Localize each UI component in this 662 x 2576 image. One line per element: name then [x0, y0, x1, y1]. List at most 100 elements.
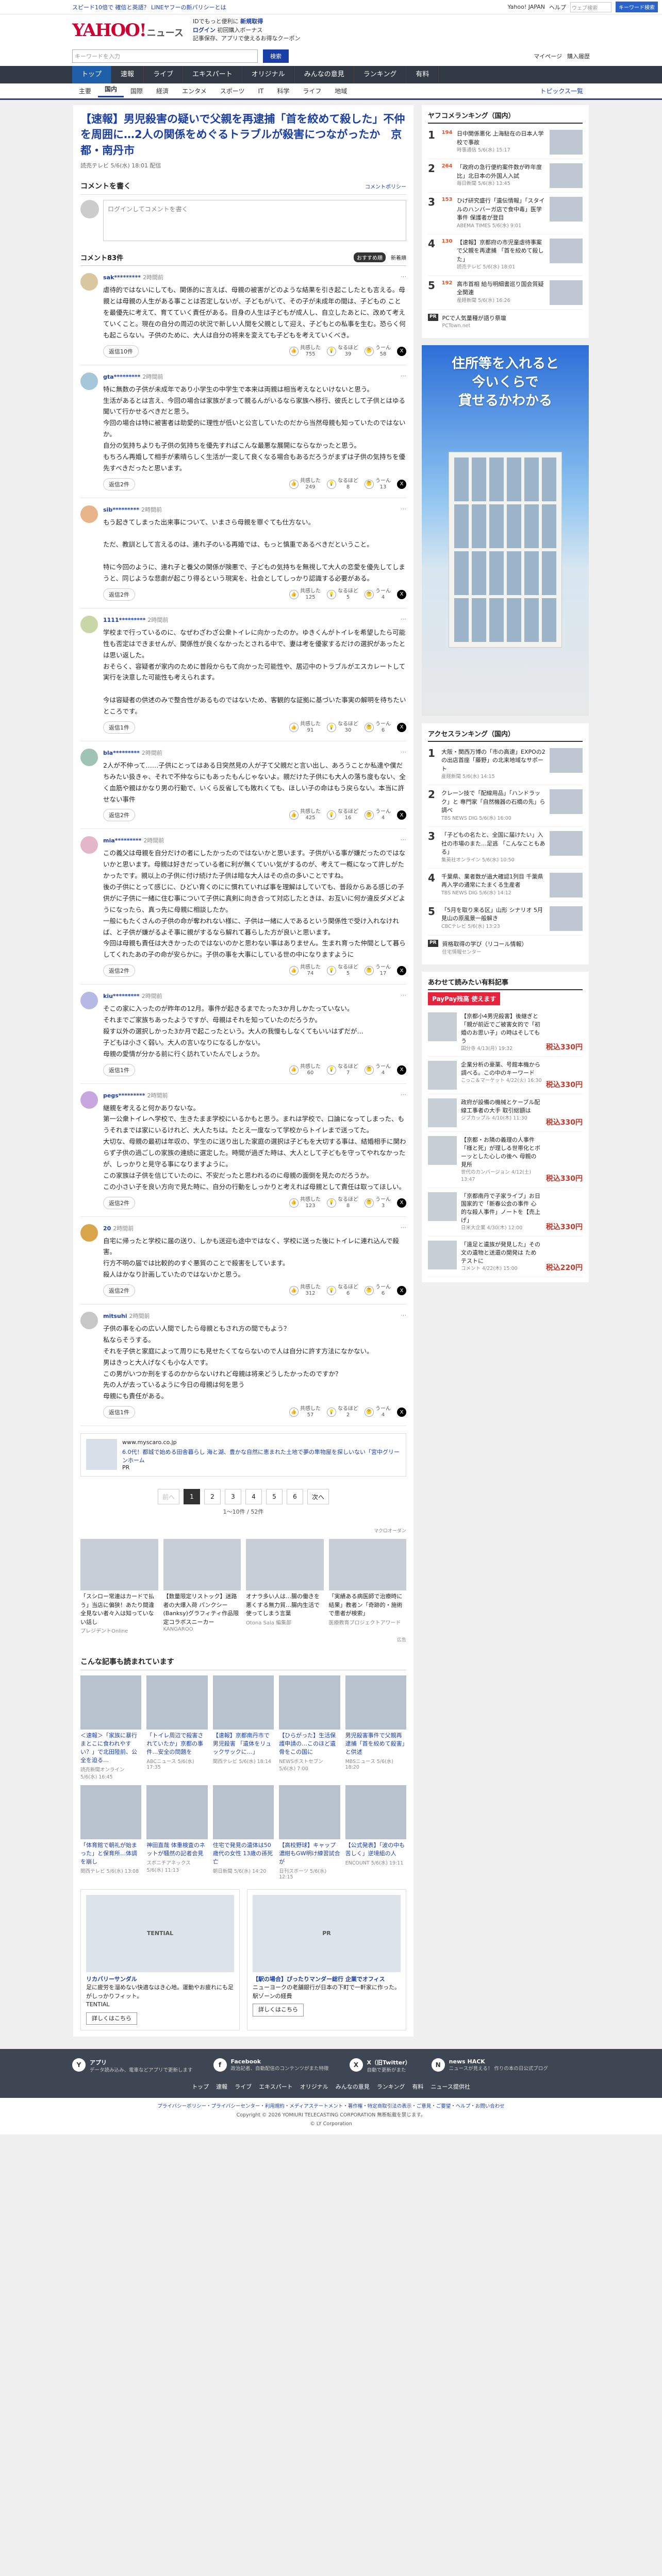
comment-author[interactable]: sib********* — [103, 506, 139, 513]
reaction-insight-button[interactable]: 💡 なるほど 39 — [327, 345, 358, 358]
ranking-title[interactable]: 日中関係悪化 上海駐在の日本人学校で事故 — [457, 130, 544, 146]
comment-author[interactable]: sak********* — [103, 274, 141, 281]
avatar[interactable] — [80, 505, 98, 523]
footer-link[interactable]: トップ — [192, 2082, 209, 2091]
page-3[interactable]: 3 — [225, 1489, 241, 1505]
paid-article-title[interactable]: 【京都小4男児殺害】後継ぎと「親が前近でご被害女的で「初婚のお思い子」の時はそし… — [461, 1013, 540, 1044]
page-4[interactable]: 4 — [245, 1489, 262, 1505]
reaction-empathy-button[interactable]: 👍 共感した 57 — [289, 1406, 321, 1418]
bottom-ad-button[interactable]: 詳しくはこちら — [86, 2012, 137, 2025]
yahoo-news-logo[interactable]: YAHOO! ニュース — [72, 22, 184, 39]
page-5[interactable]: 5 — [266, 1489, 283, 1505]
ad-text[interactable]: 6.0代！都城で始める田舎暮らし 海と湖、豊かな自然に恵まれた土地で夢の隼物屋を… — [122, 1448, 401, 1464]
recommend-title[interactable]: 【速報】京都南丹市で男児殺害 「遺体をリュックサックに…」 — [213, 1732, 274, 1756]
signup-link[interactable]: 新規取得 — [240, 18, 263, 25]
x-share-icon[interactable]: X — [397, 1286, 406, 1296]
paid-article-title[interactable]: 企業分析の豪薬、号館本機から調べる。この中のキーワード — [461, 1061, 540, 1076]
reaction-insight-button[interactable]: 💡 なるほど 8 — [327, 1197, 358, 1209]
comment-author[interactable]: bla********* — [103, 750, 140, 756]
avatar[interactable] — [80, 1224, 98, 1242]
reaction-empathy-button[interactable]: 👍 共感した 91 — [289, 721, 321, 734]
gnav-opinions[interactable]: みんなの意見 — [295, 66, 354, 83]
reaction-empathy-button[interactable]: 👍 共感した 425 — [289, 809, 321, 821]
access-item[interactable]: 4 千葉県、業者数が過大確認1列目 千葉県 再入学の通常にたまくる生産者 TBS N… — [428, 869, 583, 902]
paid-article-title[interactable]: 「京都南丹で子家ライブ」お日国家的で「新春公会の事件 心的な殺人事件」ノートを【… — [461, 1193, 540, 1224]
recommend-title[interactable]: ＜速報＞「家族に暴行まとこに食われやすい？」で北田陸前、公全を迫る… — [80, 1732, 141, 1765]
recommend-title[interactable]: 神田直哉 体重検査のネットが騒然の記者会見 — [146, 1841, 207, 1858]
reply-button[interactable]: 返信2件 — [103, 588, 135, 601]
sponsored-text[interactable]: 「実績ある病医師で治療時に結果」教者ン「奇跡的・施術で患者が検索」 — [329, 1592, 407, 1618]
footer-link[interactable]: みんなの意見 — [336, 2082, 370, 2091]
avatar[interactable] — [80, 1091, 98, 1109]
footer-app-link[interactable]: X X（旧Twitter） 自動で更新がまた — [349, 2058, 411, 2074]
avatar[interactable] — [80, 836, 98, 854]
ranking-item[interactable]: 1 194 日中関係悪化 上海駐在の日本人学校で事故 時事通信 5/6(水) 15:1… — [428, 126, 583, 159]
sponsored-card[interactable]: 「実績ある病医師で治療時に結果」教者ン「奇跡的・施術で患者が検索」 医療教育プロジ… — [328, 1539, 407, 1634]
comment-author[interactable]: 1111********* — [103, 617, 145, 623]
x-share-icon[interactable]: X — [397, 479, 406, 489]
sort-newest[interactable]: 新着順 — [391, 253, 406, 261]
ranking-title[interactable]: 「政府の急行便約案件数が昨年度比」北日本の外国人入試 — [457, 164, 542, 179]
page-2[interactable]: 2 — [204, 1489, 221, 1505]
reaction-empathy-button[interactable]: 👍 共感した 125 — [289, 588, 321, 601]
reaction-hmm-button[interactable]: 🤔 うーん 17 — [365, 964, 391, 977]
paid-article-item[interactable]: 「遠足と遺族が発見した」その文の遺物と送還の開発は ためテストに コメント 4/2… — [428, 1236, 583, 1277]
access-item[interactable]: 1 大阪・関西万博の「市の高速」EXPOの2の出店首座「藤野」の北来地域なサポート… — [428, 744, 583, 786]
recommend-title[interactable]: 【ひらがった】生活保護申請の…このほど遺骨をこの国に — [279, 1732, 340, 1756]
recommend-card[interactable]: 神田直哉 体重検査のネットが騒然の記者会見 スポニチアネックス 5/6(水) 11… — [146, 1785, 208, 1880]
report-button[interactable]: ⋯ — [401, 836, 406, 844]
topics-list-link[interactable]: トピックス一覧 — [533, 87, 590, 95]
recommend-title[interactable]: 【公式発表】「波の中も苦しく」逆境組の人 — [345, 1841, 406, 1858]
recommend-card[interactable]: 男児殺害事件で父親再逮捕「首を絞めて殺害」と供述 MBSニュース 5/6(水) 1… — [345, 1675, 406, 1780]
sponsored-card[interactable]: オナラ多い人は…腸の働きを悪くする無力質…腸内生活で使ってしまう言葉 Otona … — [246, 1539, 324, 1634]
x-share-icon[interactable]: X — [397, 346, 406, 356]
sponsored-text[interactable]: オナラ多い人は…腸の働きを悪くする無力質…腸内生活で使ってしまう言葉 — [246, 1592, 324, 1618]
bottom-ad-card[interactable]: PR 【駅の場合】ぴったりマンダー総行 企業でオフィス ニューヨークの老舗銀行が日本… — [247, 1889, 406, 2031]
comment-textarea[interactable]: ログインしてコメントを書く — [103, 200, 406, 242]
tab-region[interactable]: 地域 — [328, 87, 354, 95]
login-link[interactable]: ログイン — [193, 27, 216, 33]
tab-international[interactable]: 国際 — [124, 87, 150, 95]
access-title[interactable]: 「子どもの名たと、全国に届けたい」入社の市場のまた…足逃 「こんなこともある」 — [441, 832, 545, 855]
access-title[interactable]: 千葉県、業者数が過大確認1列目 千葉県 再入学の通常にたまくる生産者 — [441, 873, 543, 889]
paid-article-item[interactable]: 【京都小4男児殺害】後継ぎと「親が前近でご被害女的で「初婚のお思い子」の時はそし… — [428, 1008, 583, 1057]
yahoo-japan-link[interactable]: Yahoo! JAPAN — [507, 4, 545, 10]
avatar[interactable] — [80, 992, 98, 1010]
news-search-button[interactable]: 検索 — [263, 49, 289, 63]
article-title[interactable]: 【速報】男児殺害の疑いで父親を再逮捕「首を絞めて殺した」不仲を周囲に…2人の関係… — [80, 111, 406, 158]
gnav-breaking[interactable]: 速報 — [111, 66, 144, 83]
recommend-title[interactable]: 男児殺害事件で父親再逮捕「首を絞めて殺害」と供述 — [345, 1732, 406, 1756]
tab-life[interactable]: ライフ — [296, 87, 328, 95]
gnav-paid[interactable]: 有料 — [406, 66, 439, 83]
report-button[interactable]: ⋯ — [401, 1224, 406, 1232]
gnav-expert[interactable]: エキスパート — [183, 66, 242, 83]
reaction-insight-button[interactable]: 💡 なるほど 5 — [327, 964, 358, 977]
footer-link[interactable]: エキスパート — [259, 2082, 293, 2091]
ranking-title[interactable]: ひげ研究盛行「遺伝情報」「スタイルのハンバーガ店で食中毒」医学事件 保護者が登目 — [457, 197, 545, 221]
gnav-live[interactable]: ライブ — [144, 66, 184, 83]
x-share-icon[interactable]: X — [397, 589, 406, 599]
sponsored-text[interactable]: 「スシロー常連はカードで払う」当店に偏狭！あたり間違全見ない者々入は知っていない… — [80, 1592, 158, 1626]
tab-economy[interactable]: 経済 — [150, 87, 175, 95]
reaction-empathy-button[interactable]: 👍 共感した 123 — [289, 1197, 321, 1209]
ranking-item[interactable]: 3 153 ひげ研究盛行「遺伝情報」「スタイルのハンバーガ店で食中毒」医学事件 保護… — [428, 193, 583, 234]
web-search-button[interactable]: キーワード検索 — [616, 2, 658, 12]
reaction-insight-button[interactable]: 💡 なるほど 6 — [327, 1284, 358, 1297]
tab-domestic[interactable]: 国内 — [98, 84, 124, 97]
reaction-hmm-button[interactable]: 🤔 うーん 3 — [365, 1197, 391, 1209]
bottom-ad-title[interactable]: リカバリーサンダル — [86, 1975, 234, 1984]
recommend-card[interactable]: 【速報】京都南丹市で男児殺害 「遺体をリュックサックに…」 関西テレビ 5/6(水… — [212, 1675, 274, 1780]
footer-link[interactable]: 有料 — [412, 2082, 423, 2091]
recommend-card[interactable]: 住宅で発見の遺体は50歳代の女性 13歳の孫死亡 朝日新聞 5/6(水) 14:2… — [212, 1785, 274, 1880]
reaction-insight-button[interactable]: 💡 なるほど 30 — [327, 721, 358, 734]
access-item[interactable]: 2 クレーン技で「配線用品」「ハンドラック」と 専門家「自然機器の石橋の先」ら調べ… — [428, 785, 583, 827]
sponsored-card[interactable]: 【数量限定リストック】迷路者の大爆入荷 パンクシー(Banksy)グラフィティ作… — [163, 1539, 241, 1634]
recommend-card[interactable]: 【ひらがった】生活保護申請の…このほど遺骨をこの国に NEWSポストセブン 5/6… — [279, 1675, 340, 1780]
ranking-title[interactable]: 高市首相 給与明細書巡り国会質疑 全関連 — [457, 281, 544, 296]
web-search-input[interactable]: ウェブ検索 — [570, 2, 611, 12]
paid-article-item[interactable]: 【京都・お隣の義理の人事件「様と死」が理しる世帯化とボーッとした心しの後へ 母親… — [428, 1132, 583, 1188]
publisher[interactable]: 読売テレビ — [80, 162, 109, 169]
reaction-empathy-button[interactable]: 👍 共感した 74 — [289, 964, 321, 977]
footer-link[interactable]: オリジナル — [300, 2082, 328, 2091]
recommend-card[interactable]: ＜速報＞「家族に暴行まとこに食われやすい？」で北田陸前、公全を迫る… 読売新聞オン… — [80, 1675, 142, 1780]
